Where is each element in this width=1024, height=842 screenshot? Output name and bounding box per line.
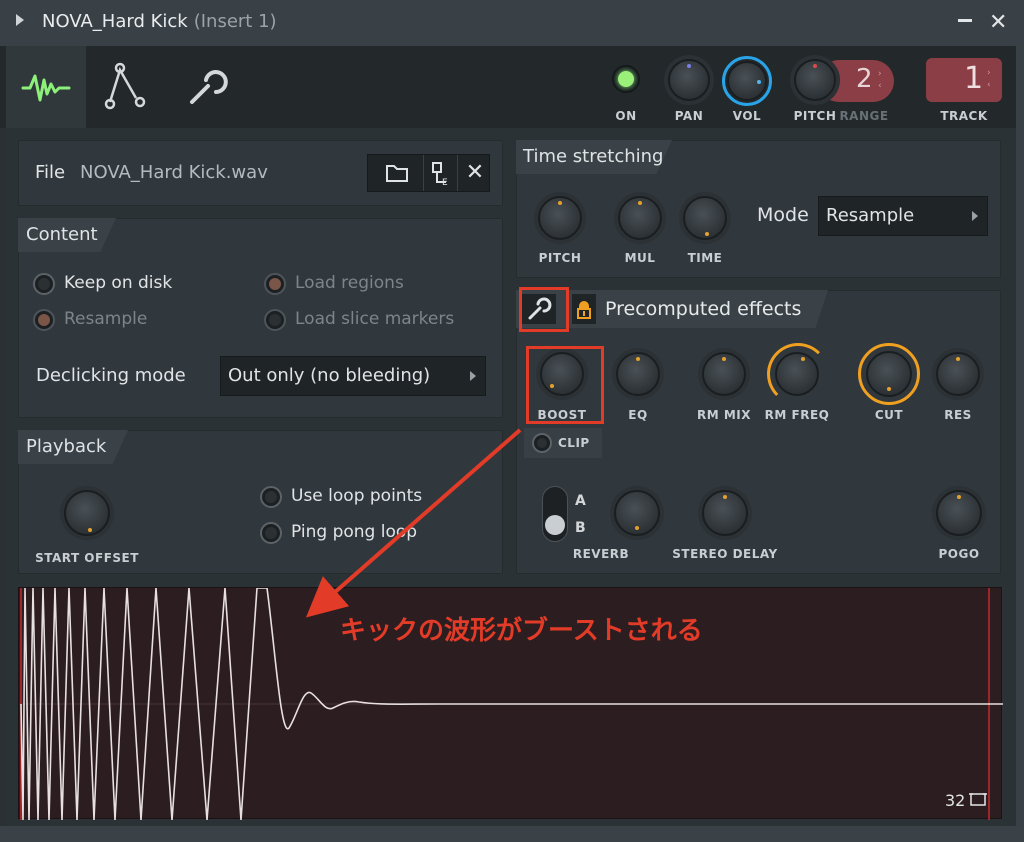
- annotation-arrow: [305, 428, 522, 618]
- annotation-arrow-line: [305, 428, 522, 618]
- bottom-strip: [0, 826, 1024, 842]
- annotation-text: キックの波形がブーストされる: [340, 616, 703, 646]
- right-edge: [1016, 46, 1024, 826]
